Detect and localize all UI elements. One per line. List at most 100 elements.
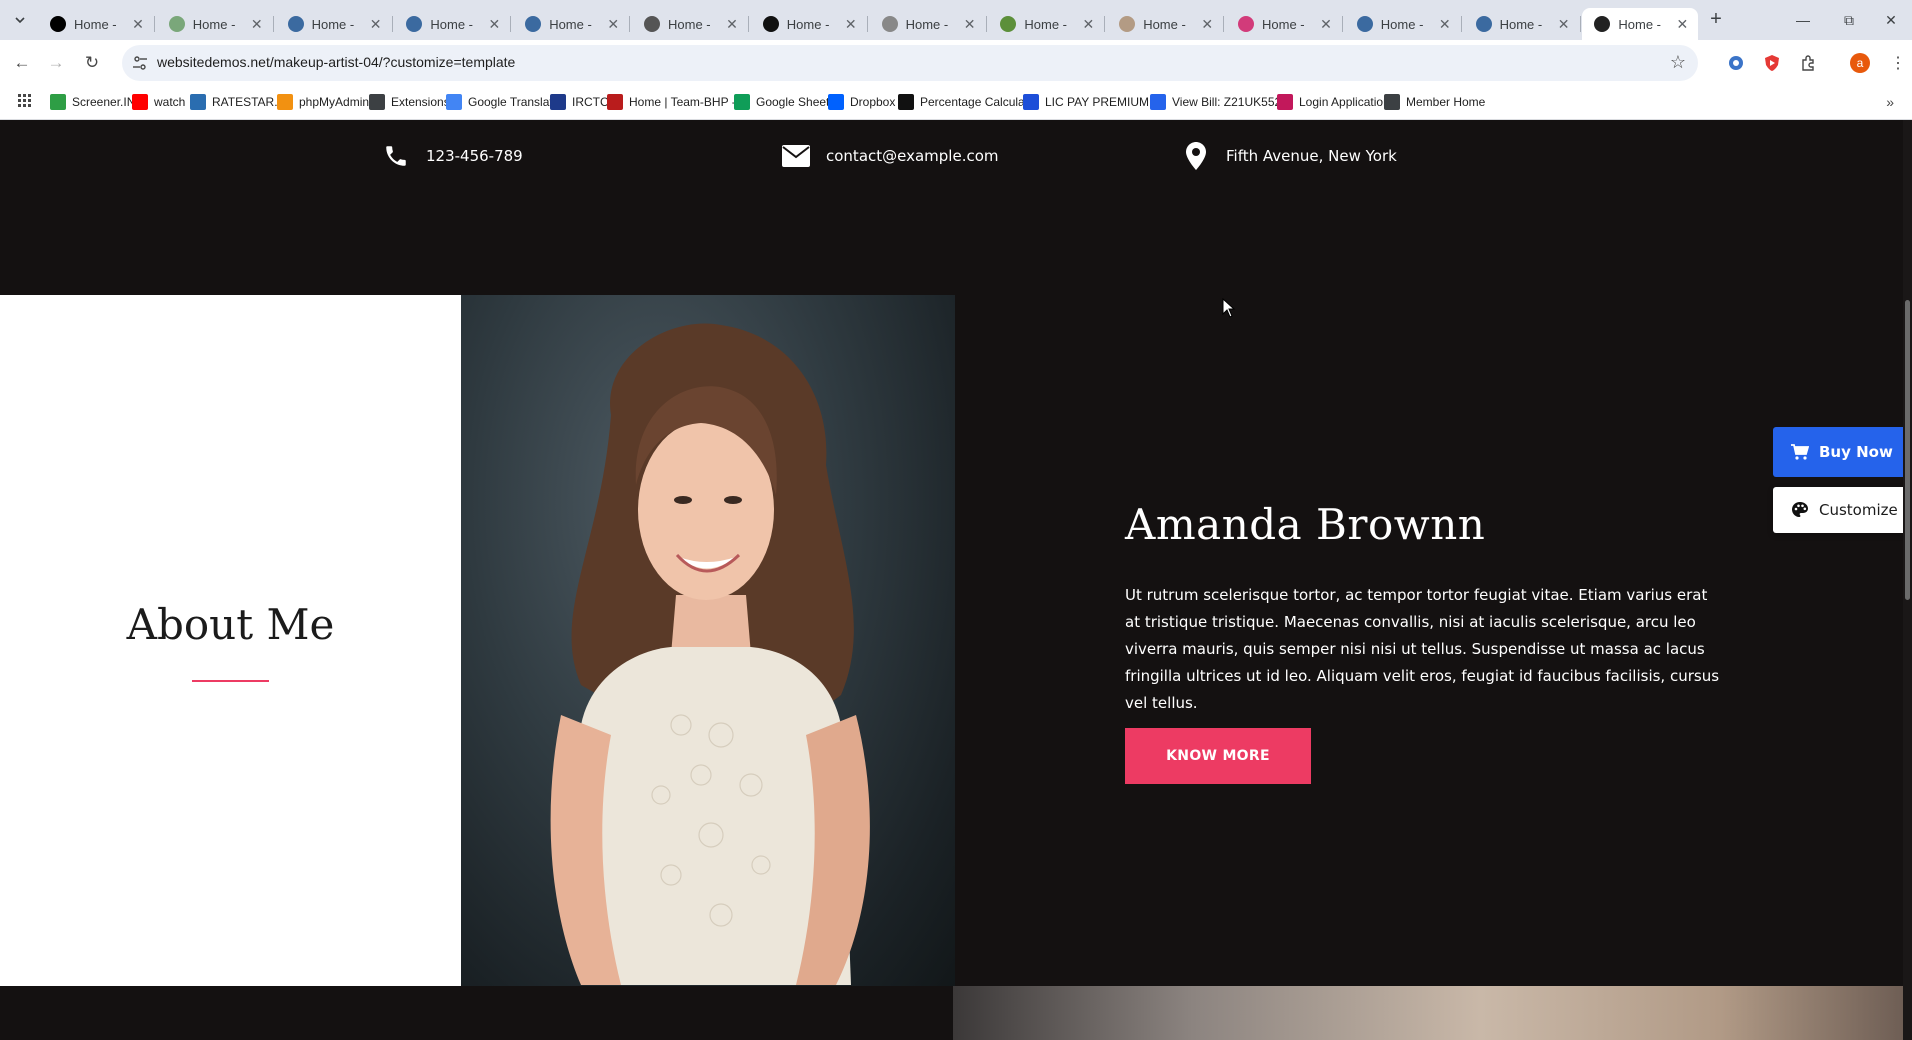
web-page: 123-456-789 contact@example.com Fifth Av… <box>0 120 1912 1040</box>
close-tab-icon[interactable]: ✕ <box>1318 16 1334 33</box>
tab-separator <box>1579 16 1581 32</box>
scrollbar-thumb[interactable] <box>1905 300 1910 600</box>
youtube-icon <box>132 94 148 110</box>
close-tab-icon[interactable]: ✕ <box>1437 16 1453 33</box>
restore-icon[interactable]: ⧉ <box>1826 0 1872 40</box>
bookmark-item[interactable]: Google Translate <box>446 94 559 110</box>
browser-tab[interactable]: Home - ✕ <box>1107 8 1225 40</box>
browser-tab[interactable]: Home - ✕ <box>751 8 868 40</box>
tab-strip: Home - ✕ Home - ✕ Home - ✕ Home - ✕ Home - ✕… <box>0 0 1912 40</box>
site-info-icon[interactable] <box>132 55 148 71</box>
contact-email: contact@example.com <box>780 140 999 172</box>
browser-tab[interactable]: Home - ✕ <box>632 8 749 40</box>
theme-favicon-icon <box>1594 16 1611 32</box>
bookmark-label: IRCTC <box>572 95 609 109</box>
url-text[interactable]: websitedemos.net/makeup-artist-04/?custo… <box>157 54 515 70</box>
portrait-photo <box>461 295 955 986</box>
bookmark-item[interactable]: Dropbox <box>828 94 895 110</box>
close-tab-icon[interactable]: ✕ <box>1199 16 1215 33</box>
apps-grid-icon[interactable] <box>18 94 32 108</box>
bookmark-item[interactable]: Extensions <box>369 94 450 110</box>
browser-tab[interactable]: Home - ✕ <box>394 8 512 40</box>
bookmark-label: Screener.IN <box>72 95 136 109</box>
globe-icon <box>1384 94 1400 110</box>
bookmark-star-icon[interactable]: ☆ <box>1670 52 1686 73</box>
browser-tab[interactable]: Home - ✕ <box>1464 8 1581 40</box>
minimize-icon[interactable]: — <box>1780 0 1826 40</box>
phone-icon <box>380 140 412 172</box>
tab-search-icon[interactable] <box>8 8 32 32</box>
back-icon[interactable]: ← <box>10 51 34 75</box>
extension-shield-icon[interactable] <box>1760 51 1784 75</box>
page-scrollbar[interactable] <box>1903 120 1912 1040</box>
browser-tab[interactable]: Home - ✕ <box>1226 8 1343 40</box>
forward-icon[interactable]: → <box>44 51 68 75</box>
browser-tab[interactable]: Home - ✕ <box>988 8 1106 40</box>
close-tab-icon[interactable]: ✕ <box>486 16 502 33</box>
know-more-button[interactable]: KNOW MORE <box>1125 728 1311 784</box>
bookmark-label: phpMyAdmin <box>299 95 370 109</box>
bookmark-item[interactable]: Percentage Calculator <box>898 94 1039 110</box>
php-icon <box>277 94 293 110</box>
tab-title: Home - <box>1499 16 1543 32</box>
customize-button[interactable]: Customize <box>1773 487 1903 533</box>
close-tab-icon[interactable]: ✕ <box>368 16 384 33</box>
browser-tab[interactable]: Home - ✕ <box>1582 8 1699 40</box>
bookmark-item[interactable]: IRCTC <box>550 94 609 110</box>
extensions-puzzle-icon[interactable] <box>1796 51 1820 75</box>
menu-kebab-icon[interactable]: ⋮ <box>1886 51 1910 75</box>
tab-title: Home - <box>549 16 592 32</box>
tab-title: Home - <box>1618 16 1662 32</box>
bookmark-item[interactable]: Screener.IN <box>50 94 135 110</box>
bookmark-label: Google Sheets <box>756 95 836 109</box>
contact-address: Fifth Avenue, New York <box>1180 140 1397 172</box>
buy-now-button[interactable]: Buy Now <box>1773 427 1903 477</box>
close-tab-icon[interactable]: ✕ <box>130 16 146 33</box>
tab-title: Home - <box>192 16 236 32</box>
browser-tab[interactable]: Home - ✕ <box>513 8 631 40</box>
tab-title: Home - <box>786 16 830 32</box>
wordpress-favicon-icon <box>406 16 423 32</box>
tab-title: Home - <box>311 16 355 32</box>
extension-1-icon[interactable] <box>1724 51 1748 75</box>
close-tab-icon[interactable]: ✕ <box>1080 16 1096 33</box>
contact-phone: 123-456-789 <box>380 140 523 172</box>
bookmark-item[interactable]: phpMyAdmin <box>277 94 369 110</box>
browser-tab[interactable]: Home - ✕ <box>276 8 393 40</box>
bookmark-item[interactable]: Member Home <box>1384 94 1485 110</box>
leaf-green-favicon-icon <box>1000 16 1017 32</box>
bookmark-item[interactable]: Home | Team-BHP -... <box>607 94 746 110</box>
bookmark-item[interactable]: watch <box>132 94 185 110</box>
browser-tab[interactable]: Home - ✕ <box>1345 8 1462 40</box>
wordpress-favicon-icon <box>525 16 542 32</box>
close-tab-icon[interactable]: ✕ <box>724 16 740 33</box>
close-tab-icon[interactable]: ✕ <box>1556 16 1572 33</box>
address-bar[interactable]: websitedemos.net/makeup-artist-04/?custo… <box>122 45 1698 81</box>
bookmark-item[interactable]: Google Sheets <box>734 94 835 110</box>
heading-underline <box>192 680 269 682</box>
puzzle-icon <box>369 94 385 110</box>
bookmark-label: View Bill: Z21UK552... <box>1172 95 1292 109</box>
dropbox-icon <box>828 94 844 110</box>
tbhp-icon <box>607 94 623 110</box>
browser-tab[interactable]: Home - ✕ <box>157 8 274 40</box>
bookmark-item[interactable]: LIC PAY PREMIUM... <box>1023 94 1159 110</box>
bookmark-item[interactable]: RATESTAR.IN <box>190 94 290 110</box>
close-window-icon[interactable]: ✕ <box>1868 0 1912 40</box>
new-tab-button[interactable]: + <box>1704 8 1728 32</box>
close-tab-icon[interactable]: ✕ <box>605 16 621 33</box>
close-tab-icon[interactable]: ✕ <box>249 16 265 33</box>
close-tab-icon[interactable]: ✕ <box>843 16 859 33</box>
browser-tab[interactable]: Home - ✕ <box>870 8 987 40</box>
close-tab-icon[interactable]: ✕ <box>962 16 978 33</box>
browser-tab[interactable]: Home - ✕ <box>38 8 155 40</box>
bookmarks-overflow-icon[interactable]: » <box>1886 94 1894 110</box>
close-tab-icon[interactable]: ✕ <box>1674 16 1690 33</box>
leaf-favicon-icon <box>168 16 185 32</box>
cart-icon <box>1791 444 1809 460</box>
bookmark-label: Extensions <box>391 95 450 109</box>
bookmark-item[interactable]: Login Application <box>1277 94 1390 110</box>
profile-avatar-icon[interactable]: a <box>1848 51 1872 75</box>
bookmark-item[interactable]: View Bill: Z21UK552... <box>1150 94 1291 110</box>
reload-icon[interactable]: ↻ <box>80 51 104 75</box>
